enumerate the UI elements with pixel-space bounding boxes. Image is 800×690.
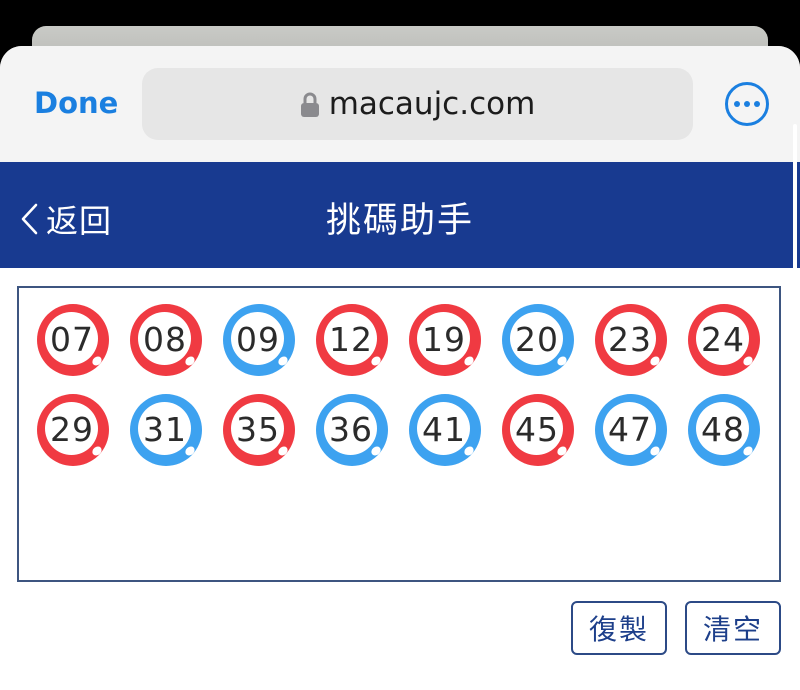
number-ball[interactable]: 24 xyxy=(688,304,760,376)
number-ball[interactable]: 47 xyxy=(595,394,667,466)
number-ball[interactable]: 36 xyxy=(316,394,388,466)
browser-sheet: Done macaujc.com 返回 挑碼助手 07 08 09 12 19 20 23 2… xyxy=(0,46,800,690)
done-button[interactable]: Done xyxy=(34,86,118,120)
clear-button[interactable]: 清空 xyxy=(685,601,781,655)
ball-number: 08 xyxy=(143,319,187,359)
number-ball[interactable]: 31 xyxy=(130,394,202,466)
number-ball[interactable]: 29 xyxy=(37,394,109,466)
ellipsis-circle-icon[interactable] xyxy=(724,81,770,127)
number-ball[interactable]: 48 xyxy=(688,394,760,466)
number-ball[interactable]: 45 xyxy=(502,394,574,466)
ball-number: 45 xyxy=(515,409,559,449)
ball-number: 12 xyxy=(329,319,373,359)
lock-icon xyxy=(300,92,319,117)
selected-numbers-panel: 07 08 09 12 19 20 23 24 29 31 35 36 41 45 47 48 xyxy=(17,286,781,582)
ball-number: 09 xyxy=(236,319,280,359)
number-ball[interactable]: 08 xyxy=(130,304,202,376)
ball-number: 36 xyxy=(329,409,373,449)
page-title: 挑碼助手 xyxy=(325,201,474,241)
scroll-indicator xyxy=(793,124,797,644)
url-text: macaujc.com xyxy=(328,86,536,122)
ball-number: 47 xyxy=(608,409,652,449)
ball-number: 20 xyxy=(515,319,559,359)
ball-number: 31 xyxy=(143,409,187,449)
ball-number: 19 xyxy=(422,319,466,359)
ball-number: 07 xyxy=(50,319,94,359)
ball-number: 35 xyxy=(236,409,280,449)
number-ball[interactable]: 07 xyxy=(37,304,109,376)
browser-toolbar: Done macaujc.com xyxy=(0,46,800,162)
number-ball[interactable]: 20 xyxy=(502,304,574,376)
number-ball[interactable]: 41 xyxy=(409,394,481,466)
page-navbar: 返回 挑碼助手 xyxy=(0,162,800,268)
number-ball[interactable]: 09 xyxy=(223,304,295,376)
ball-number: 29 xyxy=(50,409,94,449)
number-ball-grid: 07 08 09 12 19 20 23 24 29 31 35 36 41 45 47 48 xyxy=(37,304,760,466)
ball-number: 48 xyxy=(701,409,745,449)
url-field[interactable]: macaujc.com xyxy=(142,68,693,140)
ball-number: 23 xyxy=(608,319,652,359)
number-ball[interactable]: 23 xyxy=(595,304,667,376)
number-ball[interactable]: 35 xyxy=(223,394,295,466)
ball-number: 24 xyxy=(701,319,745,359)
number-ball[interactable]: 19 xyxy=(409,304,481,376)
ball-number: 41 xyxy=(422,409,466,449)
copy-button[interactable]: 復製 xyxy=(571,601,667,655)
number-ball[interactable]: 12 xyxy=(316,304,388,376)
